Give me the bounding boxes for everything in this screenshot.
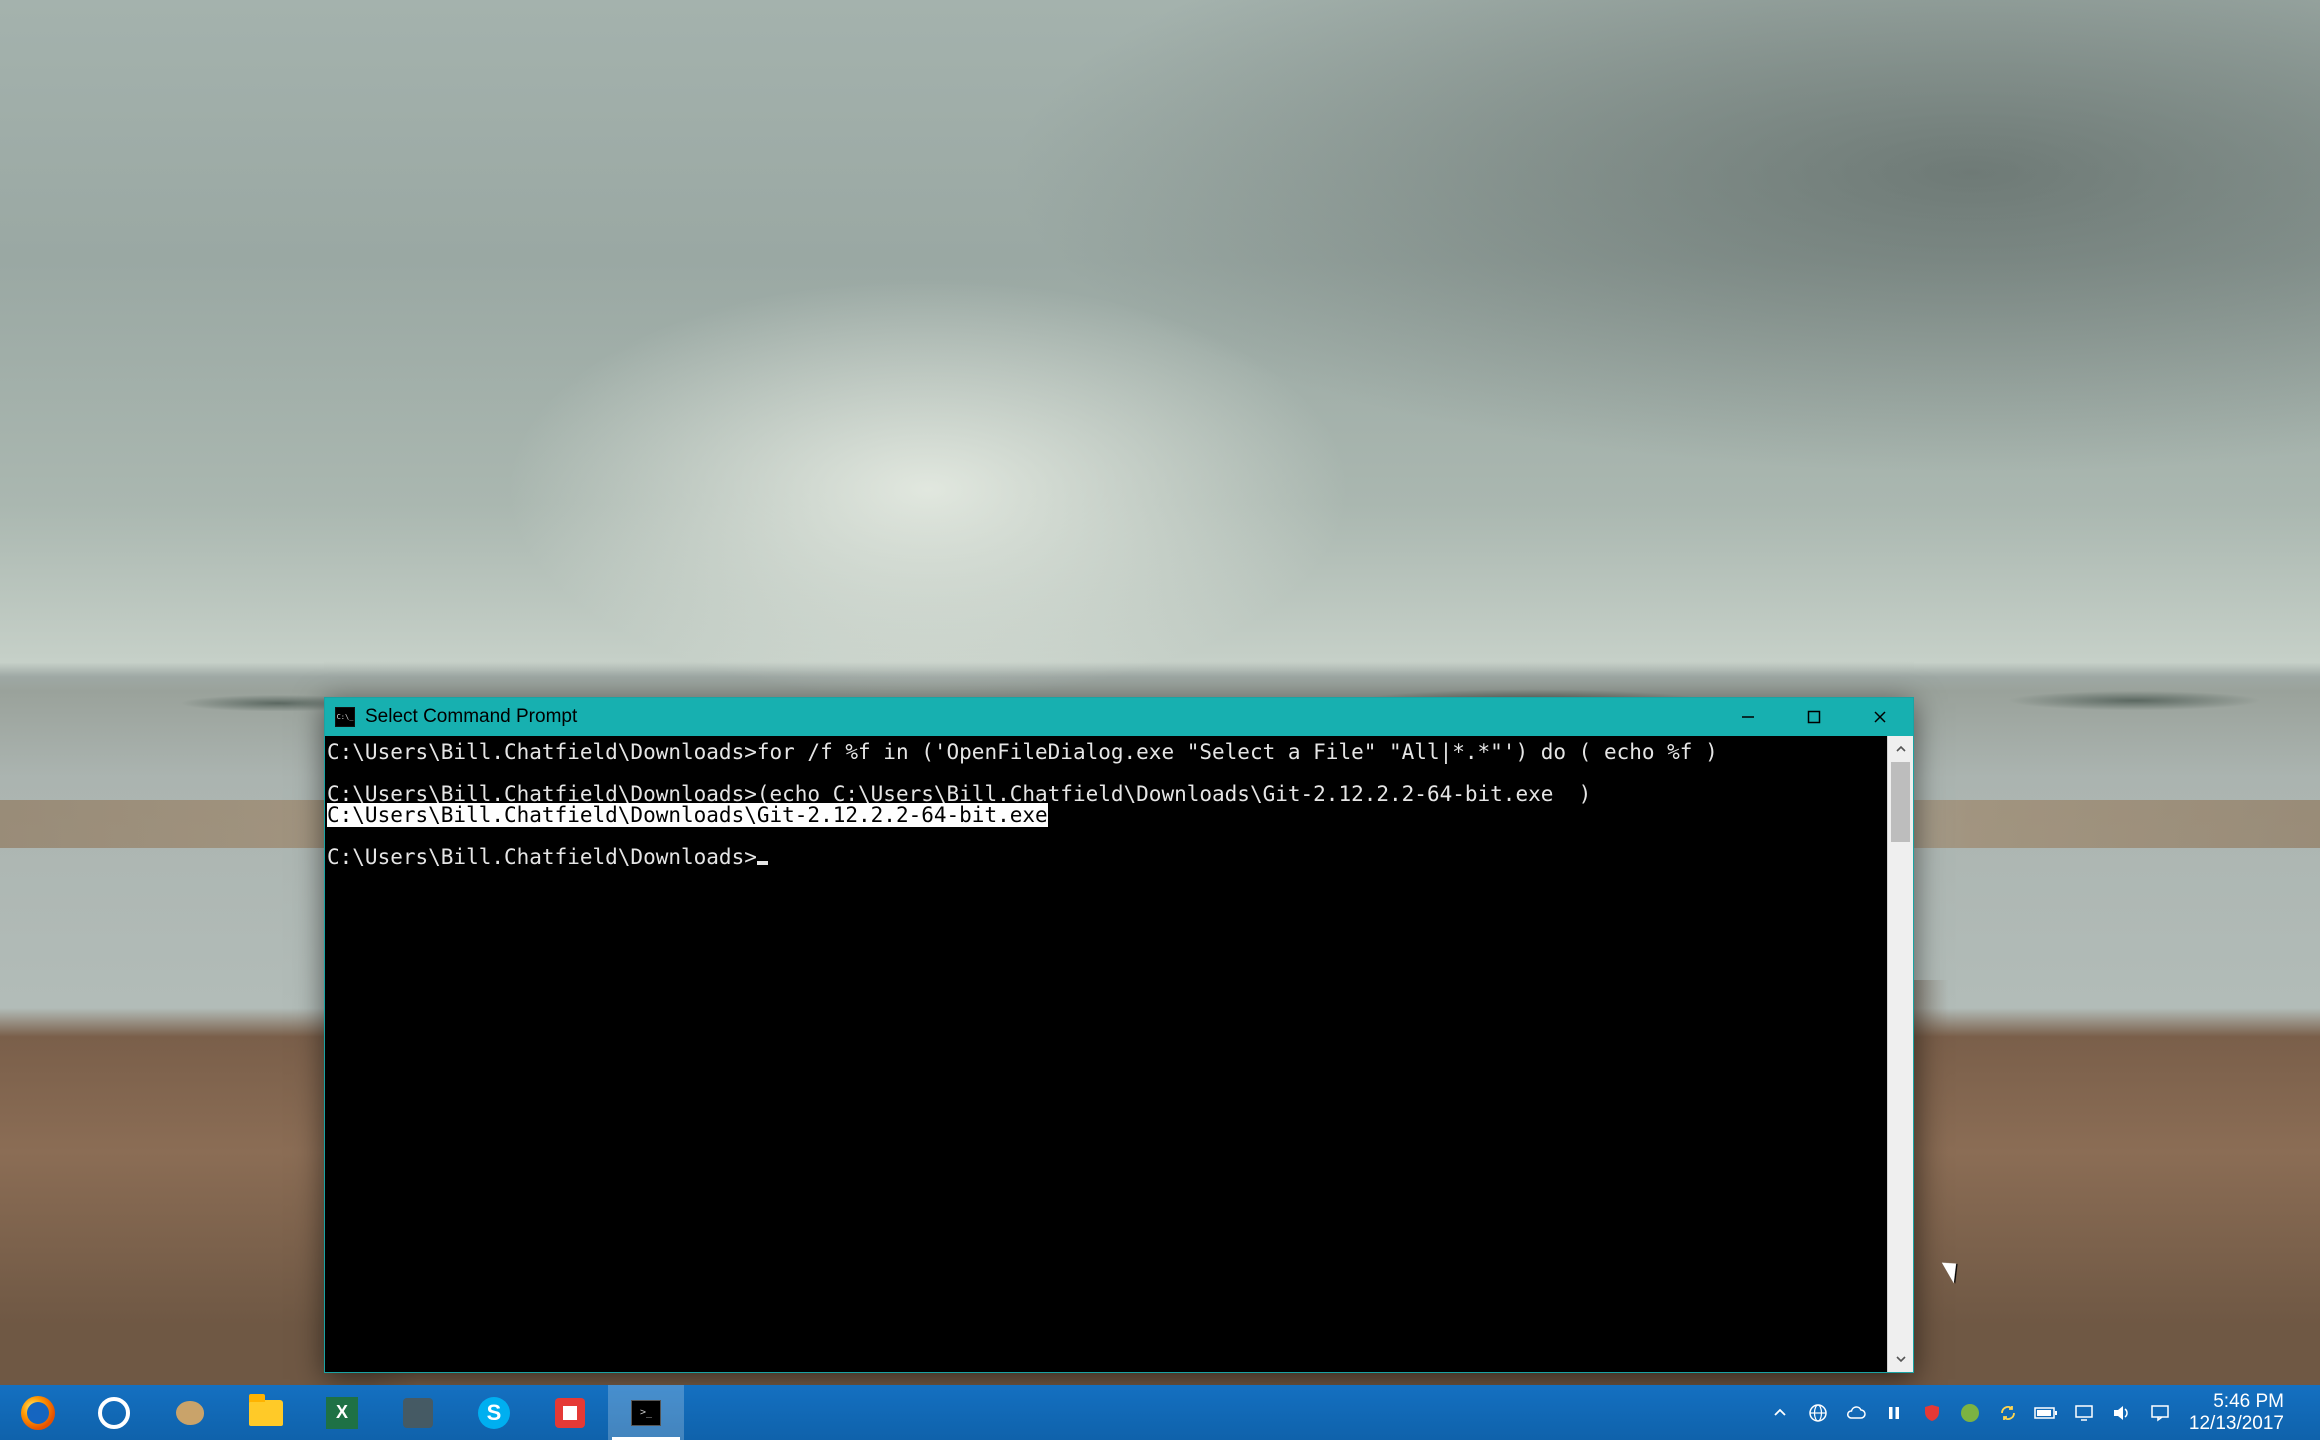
chevron-down-icon	[1895, 1353, 1907, 1365]
tray-volume-icon[interactable]	[2105, 1385, 2139, 1440]
clock-date: 12/13/2017	[2189, 1413, 2284, 1435]
taskbar-item-firefox[interactable]	[0, 1385, 76, 1440]
tray-display-icon[interactable]	[2067, 1385, 2101, 1440]
shield-icon	[1923, 1404, 1941, 1422]
folder-icon	[248, 1395, 284, 1431]
clock-time: 5:46 PM	[2189, 1391, 2284, 1413]
command-prompt-window[interactable]: Select Command Prompt C:\Users\Bill.Chat…	[324, 697, 1914, 1373]
maximize-icon	[1807, 710, 1821, 724]
taskbar-item-cortana[interactable]	[76, 1385, 152, 1440]
close-icon	[1873, 710, 1887, 724]
tray-globe-icon[interactable]	[1801, 1385, 1835, 1440]
taskbar-item-skype[interactable]: S	[456, 1385, 532, 1440]
system-tray[interactable]: 5:46 PM 12/13/2017	[1763, 1385, 2320, 1440]
cmd-icon: >_	[628, 1395, 664, 1431]
scroll-down-button[interactable]	[1888, 1346, 1913, 1372]
taskbar-item-excel[interactable]: X	[304, 1385, 380, 1440]
terminal-prompt: C:\Users\Bill.Chatfield\Downloads>	[327, 845, 757, 869]
tray-skype-icon[interactable]	[1953, 1385, 1987, 1440]
taskbar[interactable]: X S >_	[0, 1385, 2320, 1440]
terminal-line: C:\Users\Bill.Chatfield\Downloads>for /f…	[327, 740, 1718, 764]
cmd-app-icon	[335, 707, 355, 727]
maximize-button[interactable]	[1781, 698, 1847, 736]
minimize-icon	[1741, 710, 1755, 724]
skype-icon: S	[476, 1395, 512, 1431]
firefox-icon	[20, 1395, 56, 1431]
taskbar-item-command-prompt[interactable]: >_	[608, 1385, 684, 1440]
cortana-icon	[96, 1395, 132, 1431]
chevron-up-icon	[1895, 743, 1907, 755]
scroll-thumb[interactable]	[1891, 762, 1910, 842]
tray-action-center[interactable]	[2143, 1385, 2177, 1440]
terminal-cursor	[757, 861, 768, 865]
tray-app-icon[interactable]	[1877, 1385, 1911, 1440]
battery-icon	[2034, 1406, 2058, 1420]
tray-security-icon[interactable]	[1915, 1385, 1949, 1440]
tray-overflow-button[interactable]	[1763, 1385, 1797, 1440]
tray-battery-icon[interactable]	[2029, 1385, 2063, 1440]
pause-icon	[1886, 1405, 1902, 1421]
close-button[interactable]	[1847, 698, 1913, 736]
action-center-icon	[2150, 1404, 2170, 1422]
terminal-text[interactable]: C:\Users\Bill.Chatfield\Downloads>for /f…	[325, 736, 1887, 1372]
app-icon	[172, 1395, 208, 1431]
scroll-track[interactable]	[1888, 762, 1913, 1346]
scrollbar-vertical[interactable]	[1887, 736, 1913, 1372]
taskbar-item-red-app[interactable]	[532, 1385, 608, 1440]
terminal-line-selected: C:\Users\Bill.Chatfield\Downloads\Git-2.…	[327, 803, 1048, 827]
taskbar-item-misc1[interactable]	[152, 1385, 228, 1440]
window-title: Select Command Prompt	[365, 706, 577, 728]
minimize-button[interactable]	[1715, 698, 1781, 736]
taskbar-item-file-explorer[interactable]	[228, 1385, 304, 1440]
titlebar[interactable]: Select Command Prompt	[325, 698, 1913, 736]
terminal-body[interactable]: C:\Users\Bill.Chatfield\Downloads>for /f…	[325, 736, 1913, 1372]
desktop[interactable]: Select Command Prompt C:\Users\Bill.Chat…	[0, 0, 2320, 1440]
sync-icon	[1999, 1404, 2017, 1422]
cloud-icon	[1845, 1405, 1867, 1421]
taskbar-item-misc2[interactable]	[380, 1385, 456, 1440]
taskbar-clock[interactable]: 5:46 PM 12/13/2017	[2181, 1387, 2296, 1439]
monitor-icon	[2074, 1404, 2094, 1422]
app-icon	[400, 1395, 436, 1431]
app-icon	[552, 1395, 588, 1431]
globe-icon	[1808, 1403, 1828, 1423]
tray-cloud-icon[interactable]	[1839, 1385, 1873, 1440]
chevron-up-icon	[1773, 1406, 1787, 1420]
excel-icon: X	[324, 1395, 360, 1431]
volume-icon	[2112, 1404, 2132, 1422]
scroll-up-button[interactable]	[1888, 736, 1913, 762]
tray-sync-icon[interactable]	[1991, 1385, 2025, 1440]
